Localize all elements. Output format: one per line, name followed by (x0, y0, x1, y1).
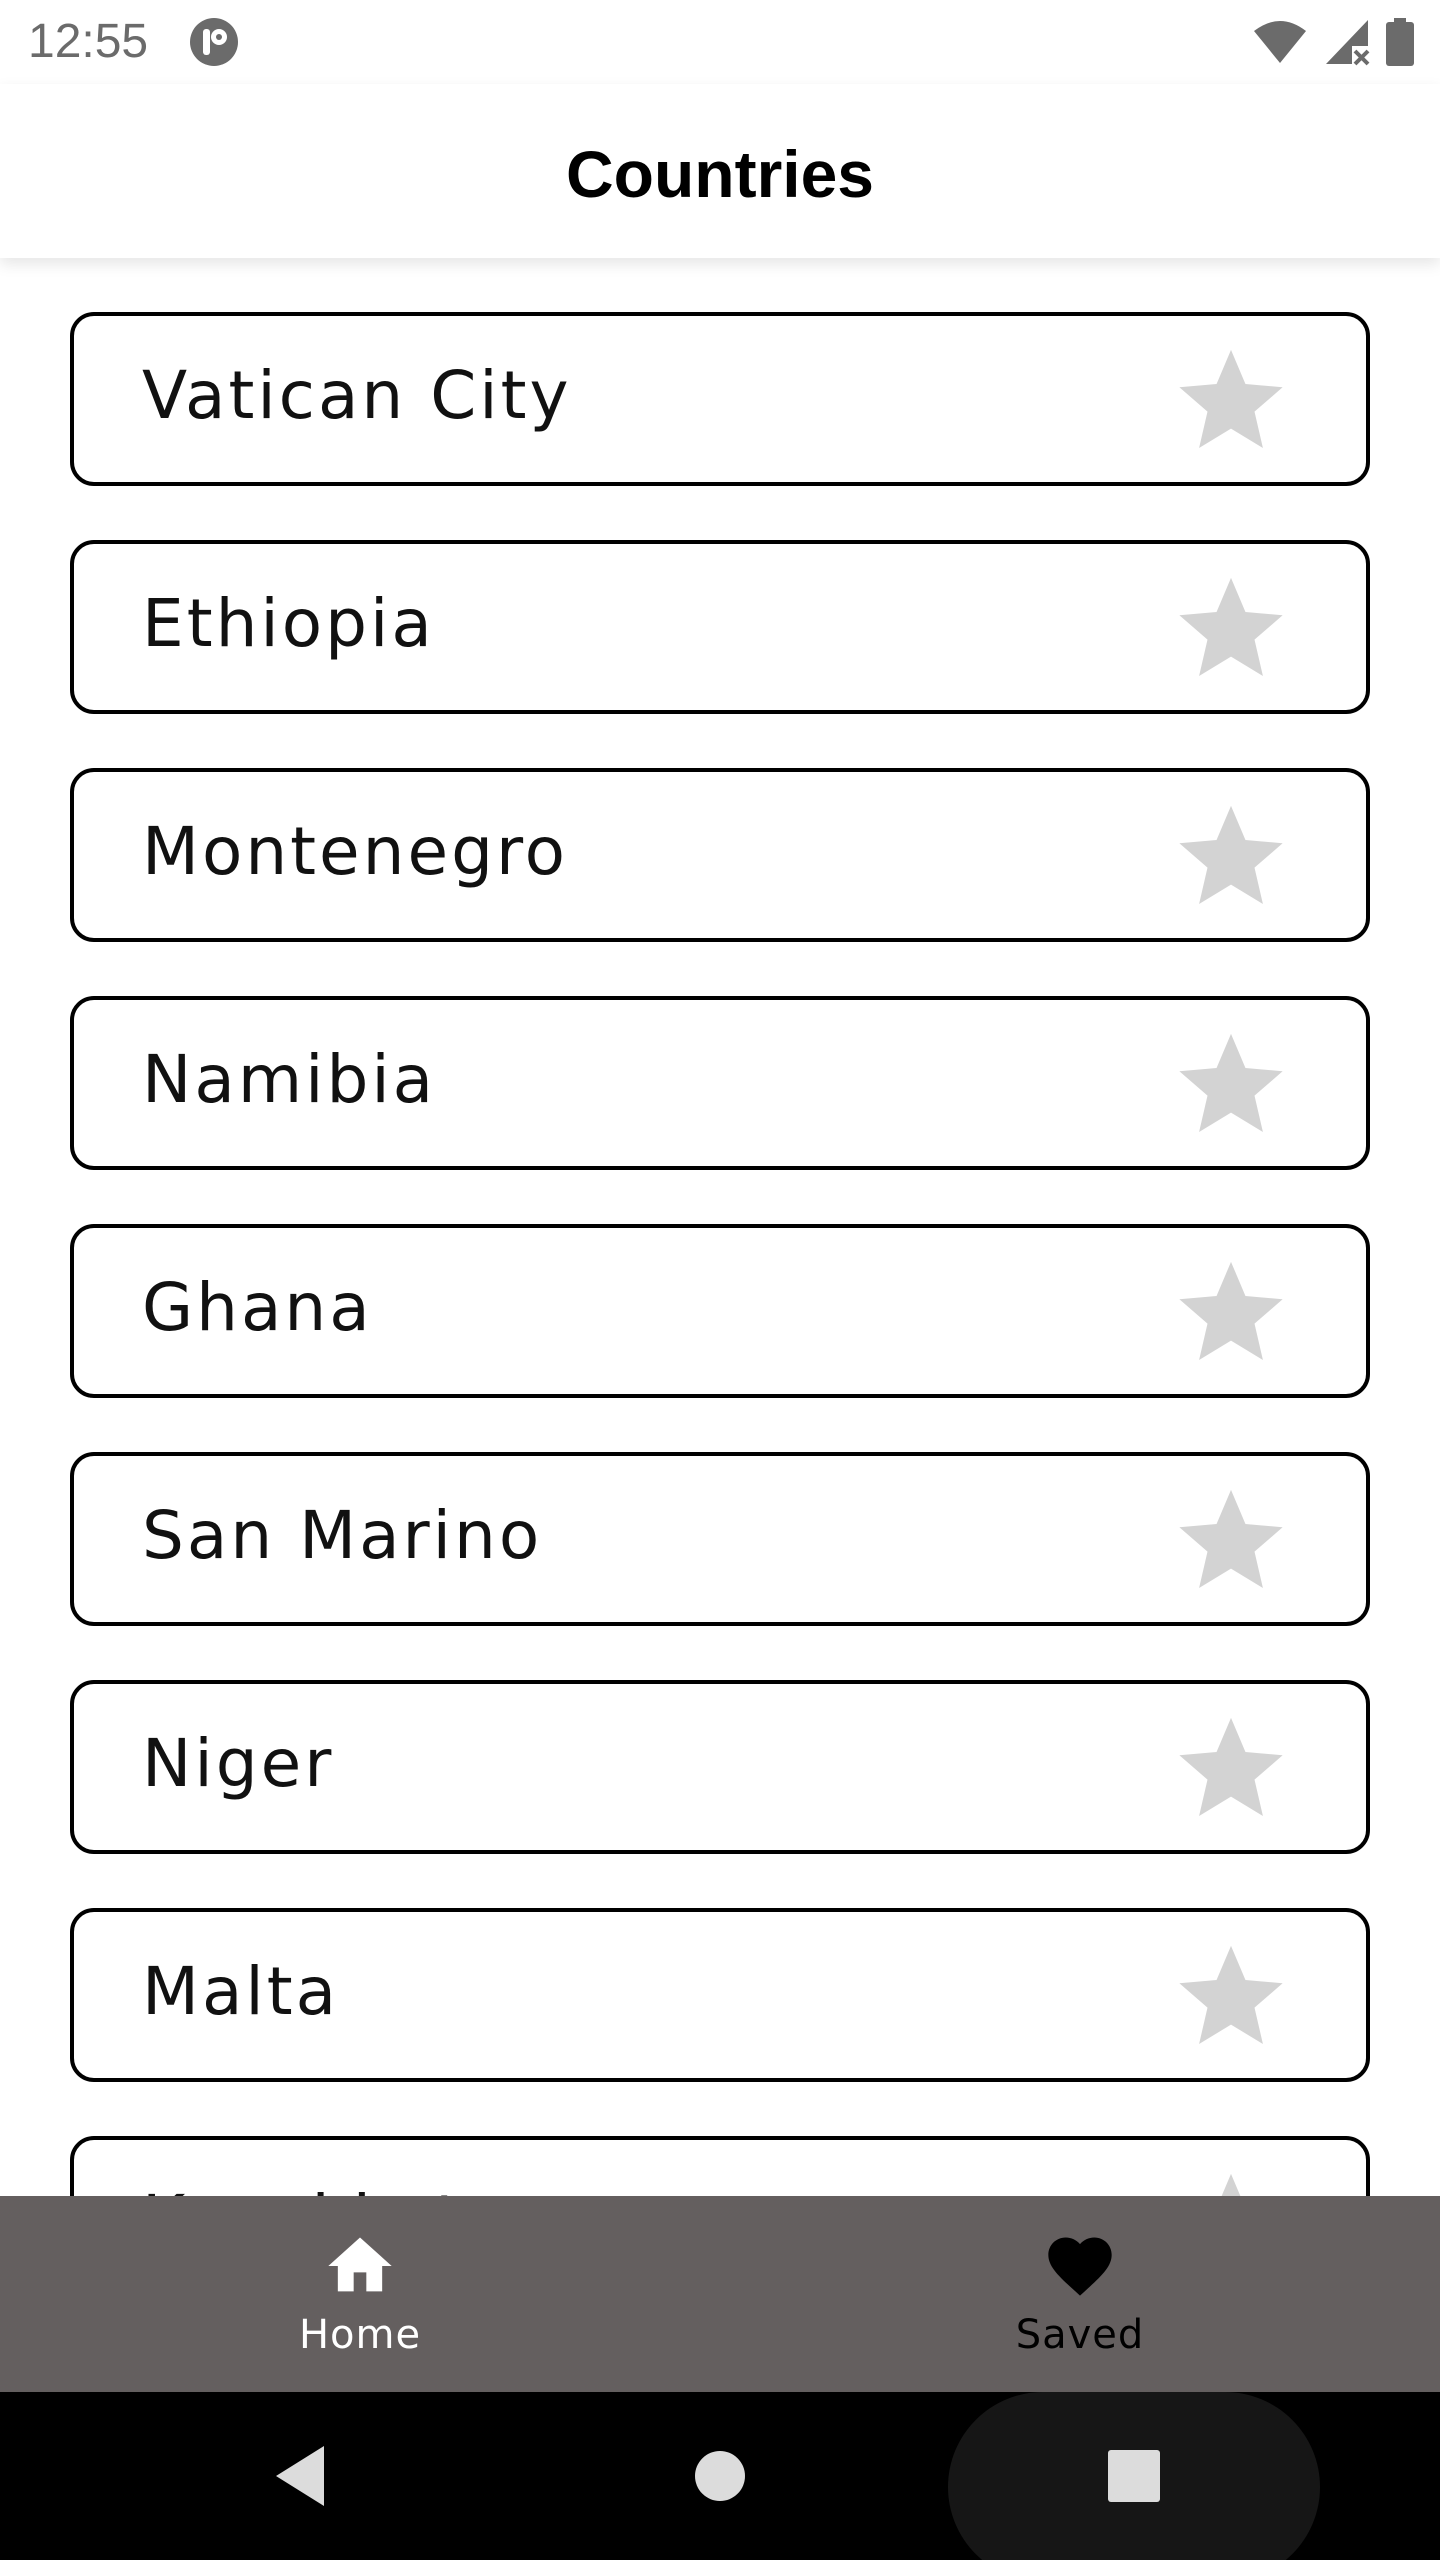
page-title: Countries (565, 137, 875, 211)
signal-no-service-icon (1326, 20, 1370, 66)
country-name: Malta (142, 1953, 340, 2030)
country-card-san-marino[interactable]: San Marino (70, 1452, 1370, 1626)
country-card-namibia[interactable]: Namibia (70, 996, 1370, 1170)
bottom-navigation: Home Saved (0, 2196, 1440, 2392)
star-icon[interactable] (1172, 1708, 1290, 1826)
nav-item-home[interactable]: Home (0, 2196, 720, 2392)
recents-square-icon (1108, 2450, 1160, 2502)
country-name: Vatican City (142, 357, 572, 434)
country-name: Montenegro (142, 813, 569, 890)
nav-label-saved: Saved (1015, 2312, 1145, 2358)
system-home-button[interactable] (670, 2392, 770, 2560)
country-list[interactable]: Vatican City Ethiopia Montenegro Namibia… (0, 258, 1440, 2196)
star-icon[interactable] (1172, 1024, 1290, 1142)
home-icon (328, 2237, 392, 2292)
star-icon[interactable] (1172, 568, 1290, 686)
back-triangle-icon (276, 2446, 324, 2506)
country-card-montenegro[interactable]: Montenegro (70, 768, 1370, 942)
battery-icon (1386, 18, 1414, 66)
star-icon[interactable] (1172, 1252, 1290, 1370)
country-list-content: Vatican City Ethiopia Montenegro Namibia… (70, 312, 1370, 2196)
app-bar: Countries (0, 84, 1440, 258)
country-name: Kazakhstan (142, 2178, 552, 2196)
country-name: Ghana (142, 1269, 373, 1346)
system-navigation-bar (0, 2392, 1440, 2560)
country-name: Niger (142, 1725, 335, 1802)
country-card-niger[interactable]: Niger (70, 1680, 1370, 1854)
country-name: Ethiopia (142, 585, 435, 662)
wifi-icon (1254, 21, 1306, 63)
nav-label-home: Home (298, 2312, 422, 2358)
heart-icon (1048, 2237, 1112, 2296)
country-name: San Marino (142, 1497, 543, 1574)
country-card-malta[interactable]: Malta (70, 1908, 1370, 2082)
screen: 12:55 Countries Vatican City Ethiopia Mo… (0, 0, 1440, 2560)
status-bar: 12:55 (0, 0, 1440, 84)
star-icon[interactable] (1172, 340, 1290, 458)
status-icons (1252, 16, 1414, 68)
country-card-ghana[interactable]: Ghana (70, 1224, 1370, 1398)
star-icon[interactable] (1172, 1936, 1290, 2054)
status-time: 12:55 (28, 15, 149, 68)
star-icon[interactable] (1172, 1480, 1290, 1598)
country-card-ethiopia[interactable]: Ethiopia (70, 540, 1370, 714)
country-card-kazakhstan[interactable]: Kazakhstan (70, 2136, 1370, 2196)
star-icon[interactable] (1172, 796, 1290, 914)
home-circle-icon (695, 2451, 745, 2501)
country-name: Namibia (142, 1041, 437, 1118)
system-back-button[interactable] (250, 2392, 350, 2560)
system-recents-button[interactable] (1084, 2392, 1184, 2560)
app-notification-icon (190, 18, 238, 66)
country-card-vatican-city[interactable]: Vatican City (70, 312, 1370, 486)
nav-item-saved[interactable]: Saved (720, 2196, 1440, 2392)
star-icon[interactable] (1172, 2164, 1290, 2196)
